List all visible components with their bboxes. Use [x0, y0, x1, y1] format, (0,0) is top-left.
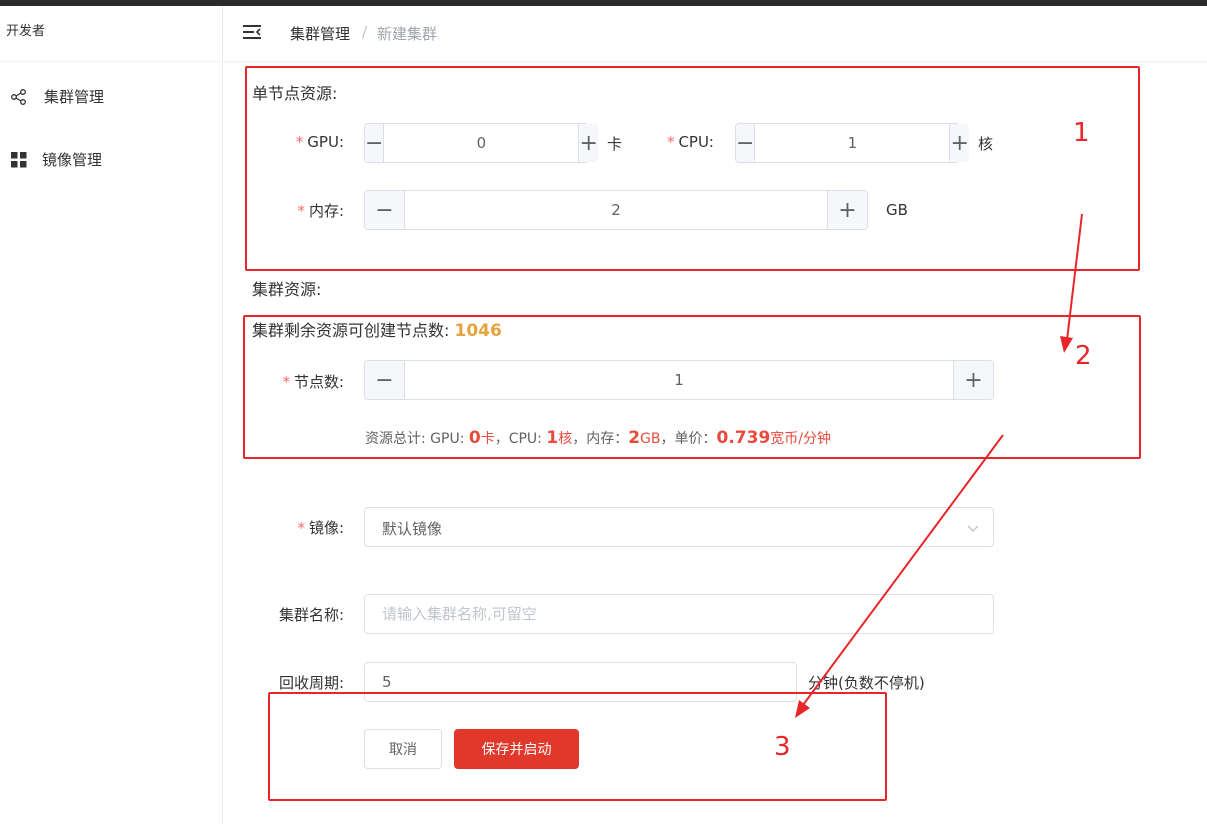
remaining-nodes-text: 集群剩余资源可创建节点数: 1046: [252, 321, 502, 341]
image-select[interactable]: 默认镜像: [364, 507, 994, 547]
nodes-input[interactable]: [405, 361, 953, 399]
cpu-decrease-button[interactable]: −: [736, 124, 756, 162]
gpu-stepper[interactable]: − +: [364, 123, 598, 163]
menu-fold-icon[interactable]: [242, 23, 262, 41]
cluster-name-field[interactable]: [364, 594, 994, 634]
cancel-button[interactable]: 取消: [364, 729, 442, 769]
memory-decrease-button[interactable]: −: [365, 191, 405, 229]
sidebar-item-cluster-management[interactable]: 集群管理: [0, 76, 222, 116]
breadcrumb-item-new-cluster: 新建集群: [377, 25, 438, 43]
remaining-count: 1046: [454, 321, 502, 341]
nodes-increase-button[interactable]: +: [953, 361, 993, 399]
cpu-stepper[interactable]: − +: [735, 123, 969, 163]
memory-input[interactable]: [405, 191, 827, 229]
nodes-label: * 节点数:: [282, 373, 344, 391]
memory-unit: GB: [886, 201, 908, 219]
gpu-unit: 卡: [607, 135, 623, 153]
nodes-stepper[interactable]: − +: [364, 360, 994, 400]
share-nodes-icon: [11, 89, 26, 105]
annotation-number-2: 2: [1075, 341, 1092, 371]
recycle-period-suffix: 分钟(负数不停机): [808, 674, 925, 692]
resource-summary: 资源总计: GPU: 0卡，CPU: 1核，内存：2GB，单价：0.739宽币/…: [365, 428, 831, 448]
breadcrumb-item-cluster-management[interactable]: 集群管理: [290, 23, 350, 44]
cluster-name-label: 集群名称:: [278, 606, 344, 624]
chevron-down-icon: [967, 525, 979, 532]
cpu-input[interactable]: [755, 124, 950, 162]
nodes-decrease-button[interactable]: −: [365, 361, 405, 399]
save-and-start-button[interactable]: 保存并启动: [454, 729, 579, 769]
cluster-section-title: 集群资源:: [252, 280, 322, 299]
cpu-increase-button[interactable]: +: [949, 124, 969, 162]
sidebar-brand: 开发者: [0, 6, 222, 62]
recycle-period-label: 回收周期:: [278, 674, 344, 692]
sidebar: 开发者 集群管理 镜像管理: [0, 6, 223, 824]
annotation-number-3: 3: [774, 732, 791, 762]
sidebar-item-label: 镜像管理: [42, 151, 103, 169]
annotation-box-1: [245, 66, 1140, 271]
gpu-increase-button[interactable]: +: [578, 124, 598, 162]
grid-icon: [11, 152, 27, 168]
memory-label: * 内存:: [297, 202, 344, 220]
cpu-unit: 核: [978, 135, 994, 153]
recycle-period-field[interactable]: [364, 662, 797, 702]
page-header: 集群管理 / 新建集群: [224, 6, 1207, 62]
sidebar-item-label: 集群管理: [44, 88, 105, 106]
node-section-title: 单节点资源:: [252, 84, 338, 103]
gpu-input[interactable]: [384, 124, 579, 162]
breadcrumb-separator: /: [362, 23, 368, 41]
memory-increase-button[interactable]: +: [827, 191, 867, 229]
sidebar-item-image-management[interactable]: 镜像管理: [0, 139, 222, 179]
annotation-number-1: 1: [1073, 118, 1090, 148]
cluster-name-input[interactable]: [365, 595, 993, 633]
image-label: * 镜像:: [297, 519, 344, 537]
memory-stepper[interactable]: − +: [364, 190, 868, 230]
gpu-decrease-button[interactable]: −: [365, 124, 385, 162]
gpu-label: * GPU:: [295, 133, 344, 151]
cpu-label: * CPU:: [666, 133, 714, 151]
image-selected-value: 默认镜像: [382, 520, 443, 538]
recycle-period-input[interactable]: [365, 663, 796, 701]
